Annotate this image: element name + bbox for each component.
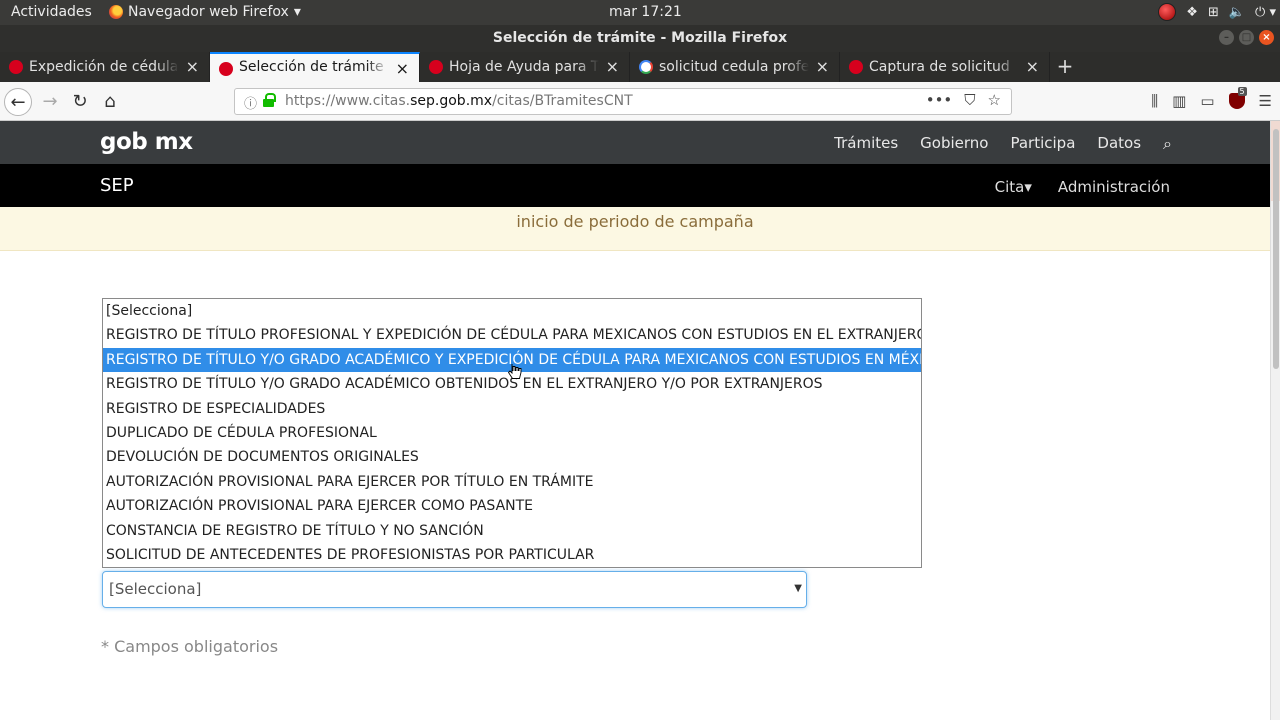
app-menu[interactable]: Navegador web Firefox ▾ <box>109 4 301 20</box>
reload-button[interactable]: ↻ <box>66 88 94 116</box>
gob-mx-logo[interactable]: gob mx <box>100 129 193 155</box>
bookmark-star-icon[interactable]: ☆ <box>988 91 1001 109</box>
tab-strip: Expedición de cédula pro × Selección de … <box>0 52 1280 82</box>
sep-favicon-icon <box>429 60 443 74</box>
dropdown-option[interactable]: DUPLICADO DE CÉDULA PROFESIONAL <box>103 421 921 445</box>
menu-tramites[interactable]: Trámites <box>834 134 898 154</box>
new-tab-button[interactable]: + <box>1050 52 1080 82</box>
url-domain: sep.gob.mx <box>410 93 493 109</box>
ublock-badge: 5 <box>1237 87 1247 96</box>
tab-expedicion[interactable]: Expedición de cédula pro × <box>0 52 210 82</box>
sep-favicon-icon <box>9 60 23 74</box>
activities-button[interactable]: Actividades <box>11 4 92 20</box>
ublock-icon[interactable]: 5 <box>1228 87 1247 109</box>
tab-label: solicitud cedula profesio <box>659 59 809 75</box>
campaign-notice: inicio de periodo de campaña <box>0 207 1270 251</box>
sep-navbar: SEP Cita▾ Administración <box>0 164 1270 207</box>
window-icon[interactable]: ▭ <box>1200 92 1214 110</box>
scrollbar-thumb[interactable] <box>1273 129 1279 369</box>
sep-favicon-icon <box>849 60 863 74</box>
clock[interactable]: mar 17:21 <box>609 4 682 20</box>
tab-hoja-ayuda[interactable]: Hoja de Ayuda para Trám × <box>420 52 630 82</box>
back-button[interactable]: ← <box>4 88 32 116</box>
dropdown-option[interactable]: DEVOLUCIÓN DE DOCUMENTOS ORIGINALES <box>103 445 921 469</box>
tab-seleccion-tramite[interactable]: Selección de trámite × <box>210 52 420 82</box>
record-indicator-icon[interactable] <box>1158 3 1177 21</box>
nav-toolbar: ← → ↻ ⌂ ⓘ https://www.citas.sep.gob.mx/c… <box>0 82 1280 121</box>
search-icon[interactable]: ⌕ <box>1163 134 1172 154</box>
dropdown-option[interactable]: [Selecciona] <box>103 299 921 323</box>
chevron-down-icon: ▼ <box>794 583 802 594</box>
page-scrollbar[interactable] <box>1270 121 1280 720</box>
tab-captura-solicitud[interactable]: Captura de solicitud × <box>840 52 1050 82</box>
lock-icon[interactable] <box>263 93 276 107</box>
close-window-icon[interactable]: × <box>1259 30 1274 45</box>
url-prefix: https://www.citas. <box>285 93 411 109</box>
dropdown-option[interactable]: SOLICITUD DE ANTECEDENTES DE PROFESIONIS… <box>103 543 921 567</box>
google-favicon-icon <box>639 60 653 74</box>
chevron-down-icon: ▾ <box>293 4 301 20</box>
url-path: /citas/BTramitesCNT <box>492 93 633 109</box>
select-value: [Selecciona] <box>109 580 202 598</box>
administracion-link[interactable]: Administración <box>1058 178 1170 196</box>
gob-menu: Trámites Gobierno Participa Datos ⌕ <box>834 134 1172 154</box>
dropdown-option[interactable]: REGISTRO DE TÍTULO PROFESIONAL Y EXPEDIC… <box>103 323 921 347</box>
dropbox-icon[interactable]: ❖ <box>1186 5 1198 20</box>
menu-datos[interactable]: Datos <box>1097 134 1141 154</box>
url-actions: ••• ⛉ ☆ <box>926 91 1001 109</box>
menu-participa[interactable]: Participa <box>1010 134 1075 154</box>
required-fields-note: * Campos obligatorios <box>101 637 279 656</box>
close-tab-icon[interactable]: × <box>1026 57 1039 76</box>
tab-google-search[interactable]: solicitud cedula profesio × <box>630 52 840 82</box>
tab-label: Selección de trámite <box>239 59 384 75</box>
maximize-icon[interactable]: □ <box>1239 30 1254 45</box>
info-icon[interactable]: ⓘ <box>244 93 257 112</box>
app-menu-label: Navegador web Firefox <box>128 4 289 20</box>
caret-down-icon: ▾ <box>1024 178 1032 196</box>
tramite-select[interactable]: [Selecciona] ▼ <box>102 571 807 608</box>
firefox-icon <box>109 5 123 19</box>
forward-button[interactable]: → <box>36 88 64 116</box>
dropdown-option[interactable]: REGISTRO DE ESPECIALIDADES <box>103 397 921 421</box>
home-button[interactable]: ⌂ <box>96 88 124 116</box>
power-icon[interactable]: ⏻ ▾ <box>1255 5 1276 20</box>
dropdown-option[interactable]: AUTORIZACIÓN PROVISIONAL PARA EJERCER CO… <box>103 494 921 518</box>
tab-label: Expedición de cédula pro <box>29 59 179 75</box>
window-controls: – □ × <box>1219 30 1274 45</box>
close-tab-icon[interactable]: × <box>816 57 829 76</box>
window-title-bar: Selección de trámite - Mozilla Firefox –… <box>0 25 1280 52</box>
hamburger-menu-icon[interactable]: ☰ <box>1259 92 1272 110</box>
tramite-dropdown-list[interactable]: [Selecciona] REGISTRO DE TÍTULO PROFESIO… <box>102 298 922 568</box>
sep-menu: Cita▾ Administración <box>995 178 1170 196</box>
sidebar-icon[interactable]: ▥ <box>1172 92 1186 110</box>
network-icon[interactable]: ⊞ <box>1208 5 1219 20</box>
hand-cursor-icon <box>508 364 522 379</box>
tab-label: Hoja de Ayuda para Trám <box>449 59 599 75</box>
gob-header: gob mx Trámites Gobierno Participa Datos… <box>0 121 1270 164</box>
tab-label: Captura de solicitud <box>869 59 1010 75</box>
system-tray: ❖ ⊞ 🔈 ⏻ ▾ <box>1158 3 1276 21</box>
pocket-icon[interactable]: ⛉ <box>964 91 975 109</box>
sep-brand[interactable]: SEP <box>100 175 134 196</box>
dropdown-option[interactable]: AUTORIZACIÓN PROVISIONAL PARA EJERCER PO… <box>103 470 921 494</box>
window-title: Selección de trámite - Mozilla Firefox <box>492 30 788 46</box>
close-tab-icon[interactable]: × <box>186 57 199 76</box>
menu-gobierno[interactable]: Gobierno <box>920 134 988 154</box>
dropdown-option[interactable]: CONSTANCIA DE REGISTRO DE TÍTULO Y NO SA… <box>103 519 921 543</box>
close-tab-icon[interactable]: × <box>606 57 619 76</box>
url-bar[interactable]: ⓘ https://www.citas.sep.gob.mx/citas/BTr… <box>234 88 1012 115</box>
system-top-bar: Actividades Navegador web Firefox ▾ mar … <box>0 0 1280 25</box>
url-text[interactable]: https://www.citas.sep.gob.mx/citas/BTram… <box>285 93 633 109</box>
minimize-icon[interactable]: – <box>1219 30 1234 45</box>
page-actions-icon[interactable]: ••• <box>926 91 953 109</box>
cita-dropdown[interactable]: Cita▾ <box>995 178 1032 196</box>
library-icon[interactable]: ⫼ <box>1151 92 1158 110</box>
sep-favicon-icon <box>219 62 233 76</box>
volume-icon[interactable]: 🔈 <box>1229 5 1245 20</box>
close-tab-icon[interactable]: × <box>396 59 409 78</box>
cita-label: Cita <box>994 178 1025 196</box>
toolbar-right: ⫼ ▥ ▭ 5 ☰ <box>1151 87 1272 110</box>
